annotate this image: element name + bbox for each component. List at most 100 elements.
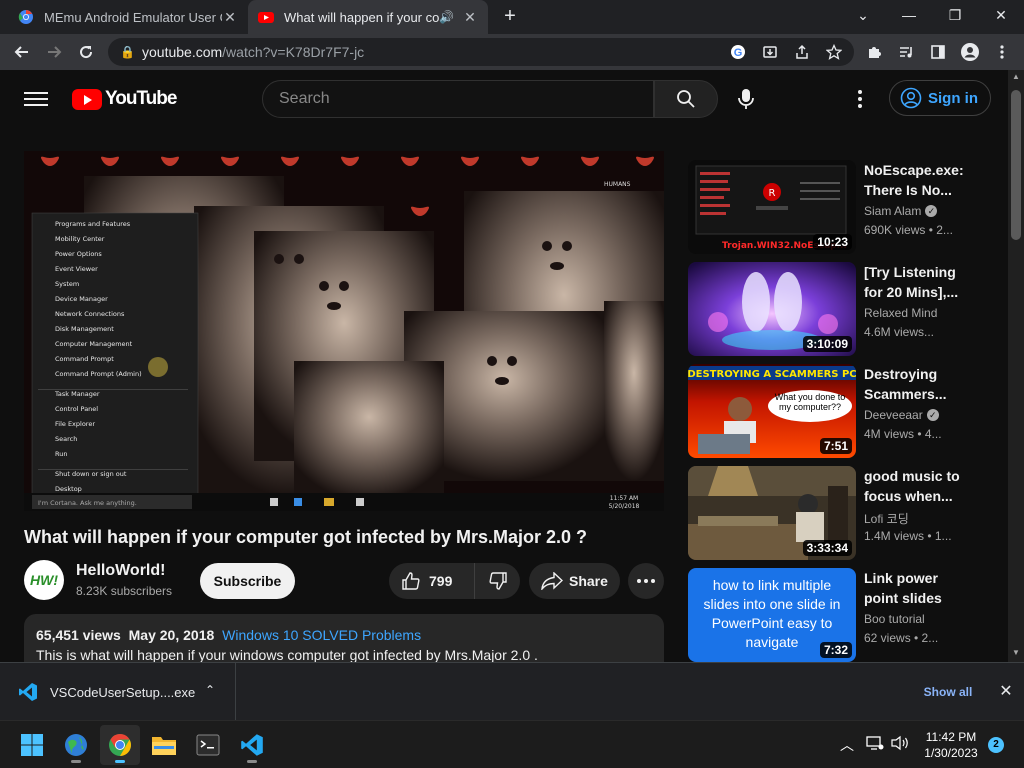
recommendation-title[interactable]: [Try Listening for 20 Mins],... [864,262,968,302]
overlay-menu-item: System [55,280,79,288]
video-thumbnail[interactable]: 3:33:34 [688,466,856,560]
overlay-menu-item: Search [55,435,77,443]
minimize-icon[interactable]: — [886,0,932,30]
taskbar-clock[interactable]: 11:42 PM 1/30/2023 [920,729,982,761]
hamburger-menu-icon[interactable] [24,88,48,110]
channel-avatar[interactable]: HW! [24,560,64,600]
install-app-icon[interactable] [756,38,784,66]
close-download-bar-icon[interactable]: ✕ [994,680,1018,704]
close-tab-icon[interactable]: ✕ [222,9,238,26]
page-scrollbar[interactable]: ▲ ▼ [1008,70,1024,662]
search-button[interactable] [654,80,718,118]
video-thumbnail[interactable]: how to link multiple slides into one sli… [688,568,856,662]
folder-icon [152,737,176,755]
recommendation-channel[interactable]: Deeveeaar [864,408,923,422]
recommendation-item[interactable]: DESTROYING A SCAMMERS PC What you done t… [688,364,988,458]
scrollbar-thumb[interactable] [1011,90,1021,240]
overlay-menu-item: Desktop [55,485,82,493]
video-thumbnail[interactable]: DESTROYING A SCAMMERS PC What you done t… [688,364,856,458]
tray-overflow-chevron-icon[interactable]: ︿ [840,735,854,755]
forward-arrow-icon[interactable] [40,38,68,66]
tab-memu[interactable]: MEmu Android Emulator User Gu ✕ [8,0,248,34]
recommendation-title[interactable]: NoEscape.exe: There Is No... [864,160,968,200]
hashtag-link[interactable]: Windows 10 SOLVED Problems [222,627,421,643]
recommendation-channel[interactable]: Relaxed Mind [864,306,937,320]
tab-search-chevron-icon[interactable]: ⌄ [840,0,886,30]
recommendation-item[interactable]: 3:10:09 [Try Listening for 20 Mins],... … [688,262,988,356]
restore-icon[interactable]: ❐ [932,0,978,30]
volume-icon[interactable] [890,735,910,754]
share-page-icon[interactable] [788,38,816,66]
chrome-icon [109,734,131,756]
recommendation-channel[interactable]: Siam Alam [864,204,921,218]
show-all-downloads-button[interactable]: Show all [916,677,980,707]
user-circle-icon [900,87,922,109]
side-panel-icon[interactable] [924,38,952,66]
svg-text:I'm Cortana. Ask me anything.: I'm Cortana. Ask me anything. [38,499,137,507]
settings-menu-icon[interactable] [848,87,872,111]
youtube-logo[interactable]: YouTube [72,88,177,110]
recommendation-title[interactable]: Link power point slides in... [864,568,968,608]
overlay-menu-item: File Explorer [55,420,95,428]
overlay-menu-item: Command Prompt (Admin) [55,370,142,378]
dislike-button[interactable] [475,563,520,599]
start-button[interactable] [12,725,52,765]
channel-name[interactable]: HelloWorld! [76,562,165,580]
recommendation-title[interactable]: good music to focus when... [864,466,968,506]
recommendation-channel[interactable]: Lofi 코딩 [864,510,909,527]
video-thumbnail[interactable]: 3:10:09 [688,262,856,356]
recommendation-channel[interactable]: Boo tutorial [864,612,925,626]
url-host: youtube.com [142,44,223,60]
google-lens-icon[interactable]: G [724,38,752,66]
recommendation-item[interactable]: how to link multiple slides into one sli… [688,568,988,662]
recommendation-title[interactable]: Destroying Scammers... [864,364,968,404]
taskbar-app-edge[interactable] [56,725,96,765]
thumbs-down-icon [488,572,507,590]
overlay-menu-item: Command Prompt [55,355,114,363]
voice-search-button[interactable] [728,81,764,117]
share-button[interactable]: Share [529,563,620,599]
video-title: What will happen if your computer got in… [24,527,588,547]
close-window-icon[interactable]: ✕ [978,0,1024,30]
overlay-menu-item: Computer Management [55,340,133,348]
more-actions-icon[interactable] [628,563,664,599]
new-tab-button[interactable]: + [498,4,522,28]
sign-in-button[interactable]: Sign in [889,80,991,116]
video-player[interactable]: HUMANS ARE TASTY HUMANS Programs and Fea… [24,151,664,511]
youtube-wordmark: YouTube [105,88,177,109]
channel-row: HW! HelloWorld! 8.23K subscribers Subscr… [24,560,664,600]
bookmark-star-icon[interactable] [820,38,848,66]
close-tab-icon[interactable]: ✕ [462,9,478,26]
taskbar-app-chrome[interactable] [100,725,140,765]
network-icon[interactable] [866,735,884,754]
back-arrow-icon[interactable] [8,38,36,66]
taskbar-app-file-explorer[interactable] [144,725,184,765]
media-controls-icon[interactable] [892,38,920,66]
scroll-up-icon[interactable]: ▲ [1008,72,1024,86]
extensions-puzzle-icon[interactable] [860,38,888,66]
scroll-down-icon[interactable]: ▼ [1008,648,1024,662]
overlay-menu-item: Disk Management [55,325,114,333]
subscribe-button[interactable]: Subscribe [200,563,295,599]
speaker-icon[interactable]: 🔊 [439,10,454,24]
recommendation-item[interactable]: R Trojan.WIN32.NoEscap... 10:23 NoEscape… [688,160,988,254]
overlay-menu-item: Device Manager [55,295,108,303]
video-thumbnail[interactable]: R Trojan.WIN32.NoEscap... 10:23 [688,160,856,254]
overlay-menu-item: Mobility Center [55,235,105,243]
reload-icon[interactable] [72,38,100,66]
profile-icon[interactable] [956,38,984,66]
chrome-menu-icon[interactable] [988,38,1016,66]
chevron-up-icon[interactable]: ⌃ [205,683,215,697]
recommendation-item[interactable]: 3:33:34 good music to focus when... Lofi… [688,466,988,560]
video-duration: 3:10:09 [802,336,852,352]
notification-badge[interactable]: 2 [988,737,1004,753]
tab-youtube[interactable]: What will happen if your com 🔊 ✕ [248,0,488,34]
like-button[interactable]: 799 [389,563,475,599]
taskbar-app-terminal[interactable] [188,725,228,765]
download-bar: VSCodeUserSetup....exe ⌃ Show all ✕ [0,662,1024,721]
download-item[interactable]: VSCodeUserSetup....exe ⌃ [0,663,236,721]
taskbar-app-vscode[interactable] [232,725,272,765]
svg-text:5/20/2018: 5/20/2018 [609,503,640,510]
search-input[interactable] [279,90,653,108]
recommendation-views: 690K views • 2... [864,223,953,237]
